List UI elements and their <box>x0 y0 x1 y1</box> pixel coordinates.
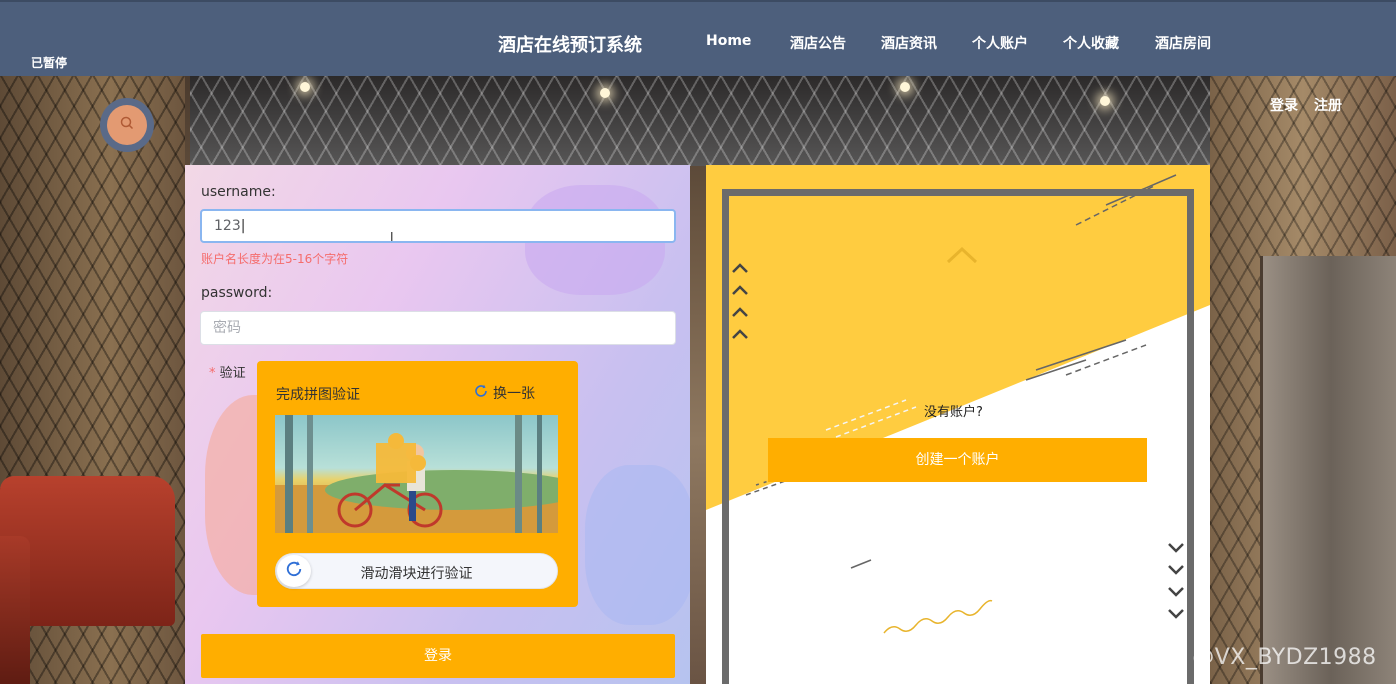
captcha-slider-text: 滑动滑块进行验证 <box>360 566 473 582</box>
verify-label: 验证 <box>219 366 246 381</box>
required-mark: * <box>209 366 216 381</box>
password-input[interactable]: 密码 <box>200 311 676 345</box>
search-button-inner <box>107 105 147 145</box>
username-value: 123 <box>214 218 241 234</box>
login-submit-button[interactable]: 登录 <box>201 634 675 678</box>
text-cursor-icon: I <box>390 230 394 244</box>
register-panel-frame <box>722 189 1194 684</box>
puzzle-captcha-popup: 完成拼图验证 换一张 滑动滑块进行验证 <box>257 361 578 607</box>
no-account-prompt: 没有账户? <box>924 405 983 420</box>
username-input[interactable]: 123| <box>200 209 676 243</box>
username-error: 账户名长度为在5-16个字符 <box>201 252 349 266</box>
captcha-puzzle-image <box>275 415 558 533</box>
ceiling-light <box>300 82 310 92</box>
login-link[interactable]: 登录 <box>1270 95 1298 115</box>
search-icon <box>119 115 135 135</box>
register-link[interactable]: 注册 <box>1314 95 1342 115</box>
ceiling-light <box>900 82 910 92</box>
site-title: 酒店在线预订系统 <box>498 35 642 56</box>
captcha-refresh-label: 换一张 <box>493 386 535 402</box>
create-account-button[interactable]: 创建一个账户 <box>768 438 1147 482</box>
paused-indicator: 已暂停 <box>31 56 68 70</box>
nav-home[interactable]: Home <box>706 33 751 49</box>
register-panel: 没有账户? 创建一个账户 <box>706 165 1210 684</box>
search-button[interactable] <box>100 98 154 152</box>
username-label: username: <box>201 184 276 200</box>
password-placeholder: 密码 <box>213 320 241 336</box>
red-chair <box>0 536 30 684</box>
elevator-doors <box>1260 256 1396 684</box>
top-navigation-bar: 已暂停 酒店在线预订系统 Home 酒店公告 酒店资讯 个人账户 个人收藏 酒店… <box>0 0 1396 76</box>
ceiling-lattice <box>190 76 1210 166</box>
nav-hotel-announcements[interactable]: 酒店公告 <box>790 33 846 53</box>
refresh-icon <box>473 383 489 403</box>
password-label: password: <box>201 285 273 301</box>
captcha-slider-track[interactable]: 滑动滑块进行验证 <box>275 553 558 589</box>
nav-personal-account[interactable]: 个人账户 <box>972 33 1028 53</box>
decor-blot <box>585 465 690 625</box>
ceiling-light <box>1100 96 1110 106</box>
nav-favorites[interactable]: 个人收藏 <box>1063 33 1119 53</box>
nav-hotel-rooms[interactable]: 酒店房间 <box>1155 33 1211 53</box>
ceiling-light <box>600 88 610 98</box>
nav-hotel-news[interactable]: 酒店资讯 <box>881 33 937 53</box>
captcha-title: 完成拼图验证 <box>276 387 360 403</box>
watermark: CSDN @VX_BYDZ1988 <box>1120 645 1377 670</box>
verify-label-group: * 验证 <box>209 362 246 381</box>
captcha-refresh-button[interactable]: 换一张 <box>473 383 535 403</box>
